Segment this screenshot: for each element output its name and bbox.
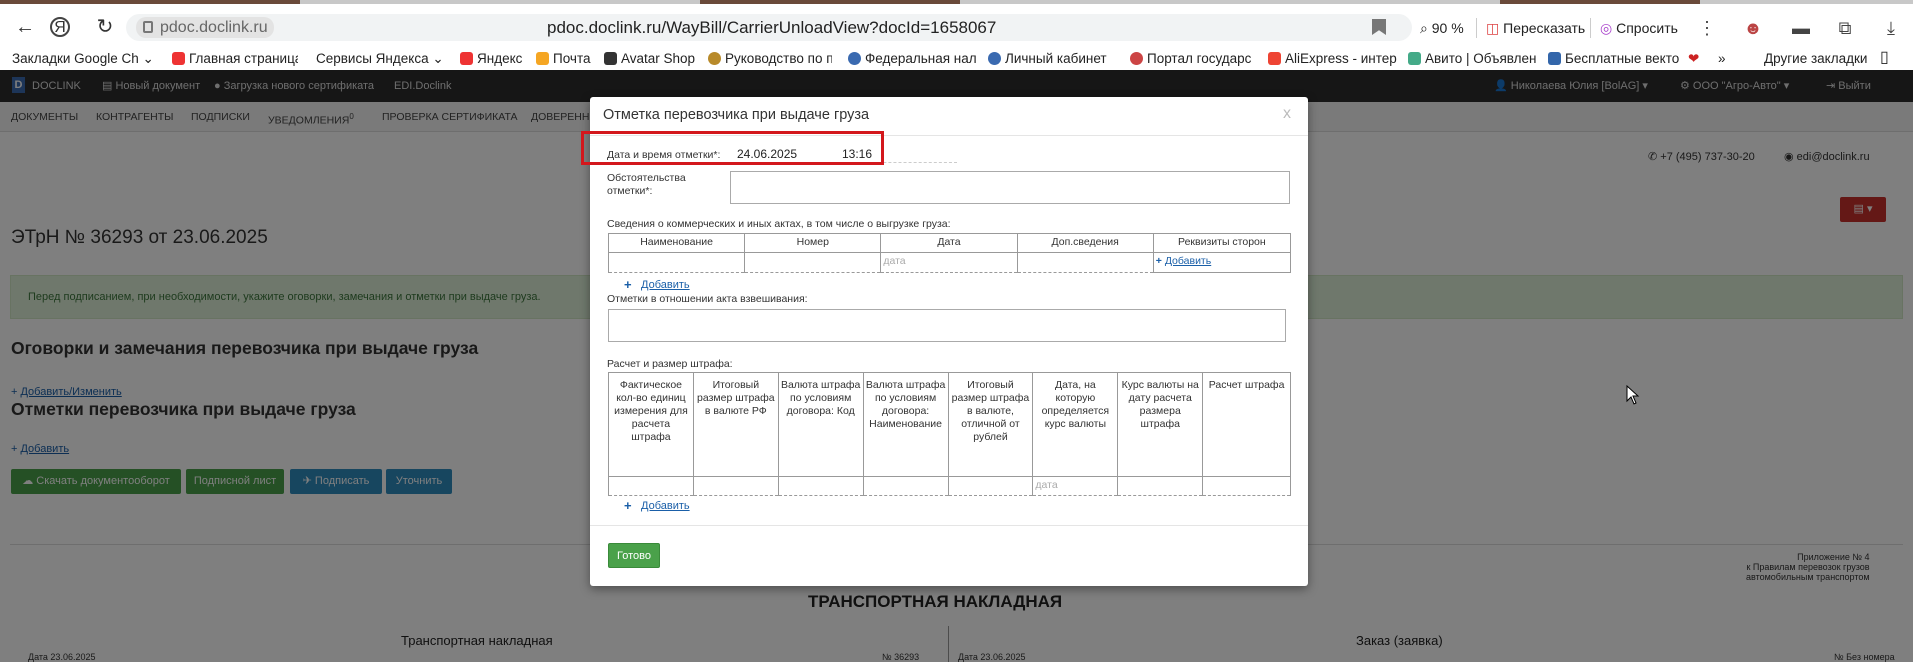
retell-label: Пересказать xyxy=(1503,20,1586,36)
weigh-label: Отметки в отношении акта взвешивания: xyxy=(607,293,808,305)
reload-icon[interactable]: ↻ xyxy=(94,16,116,38)
fine-label: Расчет и размер штрафа: xyxy=(607,358,733,370)
circumstances-label: Обстоятельства отметки*: xyxy=(607,172,686,197)
acts-header-number: Номер xyxy=(744,233,882,253)
yandex-favicon-icon xyxy=(460,52,473,65)
search-icon: ⌕ xyxy=(1420,20,1432,36)
aliexpress-favicon-icon xyxy=(1268,52,1281,65)
avatar-icon[interactable]: ☻ xyxy=(1742,17,1764,39)
close-icon[interactable]: x xyxy=(1283,105,1291,123)
acts-header-extra: Доп.сведения xyxy=(1016,233,1154,253)
bookmark-item[interactable]: Федеральная нал xyxy=(848,50,978,68)
acts-extra-input[interactable] xyxy=(1016,252,1154,273)
acts-header-date: Дата xyxy=(880,233,1018,253)
acts-header-name: Наименование xyxy=(607,233,746,253)
acts-header-parties: Реквизиты сторон xyxy=(1152,233,1292,253)
avatar-shop-favicon-icon xyxy=(604,52,617,65)
carrier-mark-modal: Отметка перевозчика при выдаче груза x Д… xyxy=(590,97,1308,586)
more-menu-icon[interactable]: ⋮ xyxy=(1696,17,1718,39)
annotation-highlight-box xyxy=(581,131,884,165)
lock-icon xyxy=(143,21,153,33)
acts-name-input[interactable] xyxy=(607,252,746,273)
done-button[interactable]: Готово xyxy=(608,543,660,568)
bookmark-item[interactable]: Портал государс xyxy=(1130,50,1258,68)
fine-currency-name-input[interactable] xyxy=(862,476,949,496)
fns-favicon-icon xyxy=(988,52,1001,65)
vector-favicon-icon xyxy=(1548,52,1561,65)
fns-favicon-icon xyxy=(848,52,861,65)
retell-icon: ◫ xyxy=(1486,20,1504,36)
bookmark-item[interactable]: Яндекс xyxy=(460,50,524,68)
fine-foreign-input[interactable] xyxy=(947,476,1034,496)
zoom-value: 90 % xyxy=(1431,20,1464,36)
chevron-down-icon: ⌄ xyxy=(142,51,154,66)
fine-header-calc: Расчет штрафа xyxy=(1202,372,1291,477)
plus-icon: + xyxy=(624,498,632,513)
modal-title: Отметка перевозчика при выдаче груза xyxy=(603,107,870,123)
plus-icon: + xyxy=(624,277,632,292)
other-bookmarks-button[interactable]: Другие закладки xyxy=(1764,50,1874,68)
fine-header-rate-date: Дата, на которую определяется курс валют… xyxy=(1032,372,1119,477)
bookmark-item[interactable]: Главная страница xyxy=(172,50,298,68)
ask-button[interactable]: ◎ Спросить xyxy=(1600,16,1678,40)
bookmarks-more-button[interactable]: » xyxy=(1718,50,1732,68)
url-text[interactable]: pdoc.doclink.ru/WayBill/CarrierUnloadVie… xyxy=(547,17,996,38)
fine-header-rate: Курс валюты на дату расчета размера штра… xyxy=(1117,372,1204,477)
zoom-indicator[interactable]: ⌕ 90 % xyxy=(1420,16,1464,40)
downloads-icon[interactable]: ▬ xyxy=(1790,17,1812,39)
heart-favicon-icon[interactable]: ❤ xyxy=(1688,50,1704,68)
fine-header-rub: Итоговый размер штрафа в валюте РФ xyxy=(692,372,779,477)
bookmarks-scroll-icon[interactable]: ▯ xyxy=(1880,50,1894,66)
url-domain: pdoc.doclink.ru xyxy=(160,19,268,36)
acts-table: Наименование Номер Дата Доп.сведения Рек… xyxy=(607,233,1292,273)
bookmark-item[interactable]: Бесплатные векто xyxy=(1548,50,1684,68)
acts-number-input[interactable] xyxy=(744,252,882,273)
ask-icon: ◎ xyxy=(1600,20,1617,36)
download-arrow-icon[interactable]: ⤓ xyxy=(1880,17,1902,39)
fine-currency-code-input[interactable] xyxy=(777,476,864,496)
fine-header-foreign: Итоговый размер штрафа в валюте, отлично… xyxy=(947,372,1034,477)
bookmark-item[interactable]: Сервисы Яндекса ⌄ xyxy=(316,50,442,68)
gear-favicon-icon xyxy=(708,52,721,65)
weigh-input[interactable] xyxy=(608,309,1286,342)
url-domain-chip[interactable]: pdoc.doclink.ru xyxy=(136,17,274,38)
fine-rate-date-input[interactable]: дата xyxy=(1032,476,1119,496)
fine-header-qty: Фактическое кол-во единиц измерения для … xyxy=(608,372,694,477)
divider xyxy=(590,525,1308,526)
extensions-icon[interactable]: ⧉ xyxy=(1834,17,1856,39)
bookmarks-bar: Закладки Google Ch ⌄ Главная страница Се… xyxy=(0,48,1913,70)
yandex-favicon-icon xyxy=(172,52,185,65)
browser-address-bar: ← Я ↻ pdoc.doclink.ru pdoc.doclink.ru/Wa… xyxy=(0,4,1913,48)
yandex-icon[interactable]: Я xyxy=(50,17,70,37)
bookmark-item[interactable]: Avatar Shop xyxy=(604,50,698,68)
fine-header-currency-name: Валюта штрафа по условиям договора: Наим… xyxy=(862,372,949,477)
fine-rate-input[interactable] xyxy=(1117,476,1204,496)
bookmark-item[interactable]: Почта xyxy=(536,50,594,68)
fine-qty-input[interactable] xyxy=(608,476,694,496)
add-fine-link[interactable]: Добавить xyxy=(641,500,690,512)
acts-label: Сведения о коммерческих и иных актах, в … xyxy=(607,218,951,230)
acts-date-input[interactable]: дата xyxy=(880,252,1018,273)
retell-button[interactable]: ◫ Пересказать xyxy=(1486,16,1585,40)
chevron-down-icon: ⌄ xyxy=(432,51,442,66)
fine-rub-input[interactable] xyxy=(692,476,779,496)
fine-header-currency-code: Валюта штрафа по условиям договора: Код xyxy=(777,372,864,477)
circumstances-input[interactable] xyxy=(730,171,1290,204)
add-act-link[interactable]: Добавить xyxy=(641,279,690,291)
bookmark-item[interactable]: Личный кабинет xyxy=(988,50,1112,68)
ask-label: Спросить xyxy=(1616,20,1678,36)
bookmark-item[interactable]: AliExpress - интер xyxy=(1268,50,1402,68)
bookmark-item[interactable]: Руководство по п xyxy=(708,50,832,68)
bookmark-item[interactable]: Авито | Объявлен xyxy=(1408,50,1538,68)
plus-icon: + xyxy=(1155,255,1165,267)
mouse-cursor-icon xyxy=(1626,384,1640,405)
fine-table: Фактическое кол-во единиц измерения для … xyxy=(608,372,1291,496)
gosuslugi-favicon-icon xyxy=(1130,52,1143,65)
fine-calc-input[interactable] xyxy=(1202,476,1291,496)
mail-favicon-icon xyxy=(536,52,549,65)
back-icon[interactable]: ← xyxy=(14,16,36,38)
avito-favicon-icon xyxy=(1408,52,1421,65)
acts-parties-add[interactable]: + Добавить xyxy=(1152,252,1292,273)
bookmark-item[interactable]: Закладки Google Ch ⌄ xyxy=(12,50,154,68)
